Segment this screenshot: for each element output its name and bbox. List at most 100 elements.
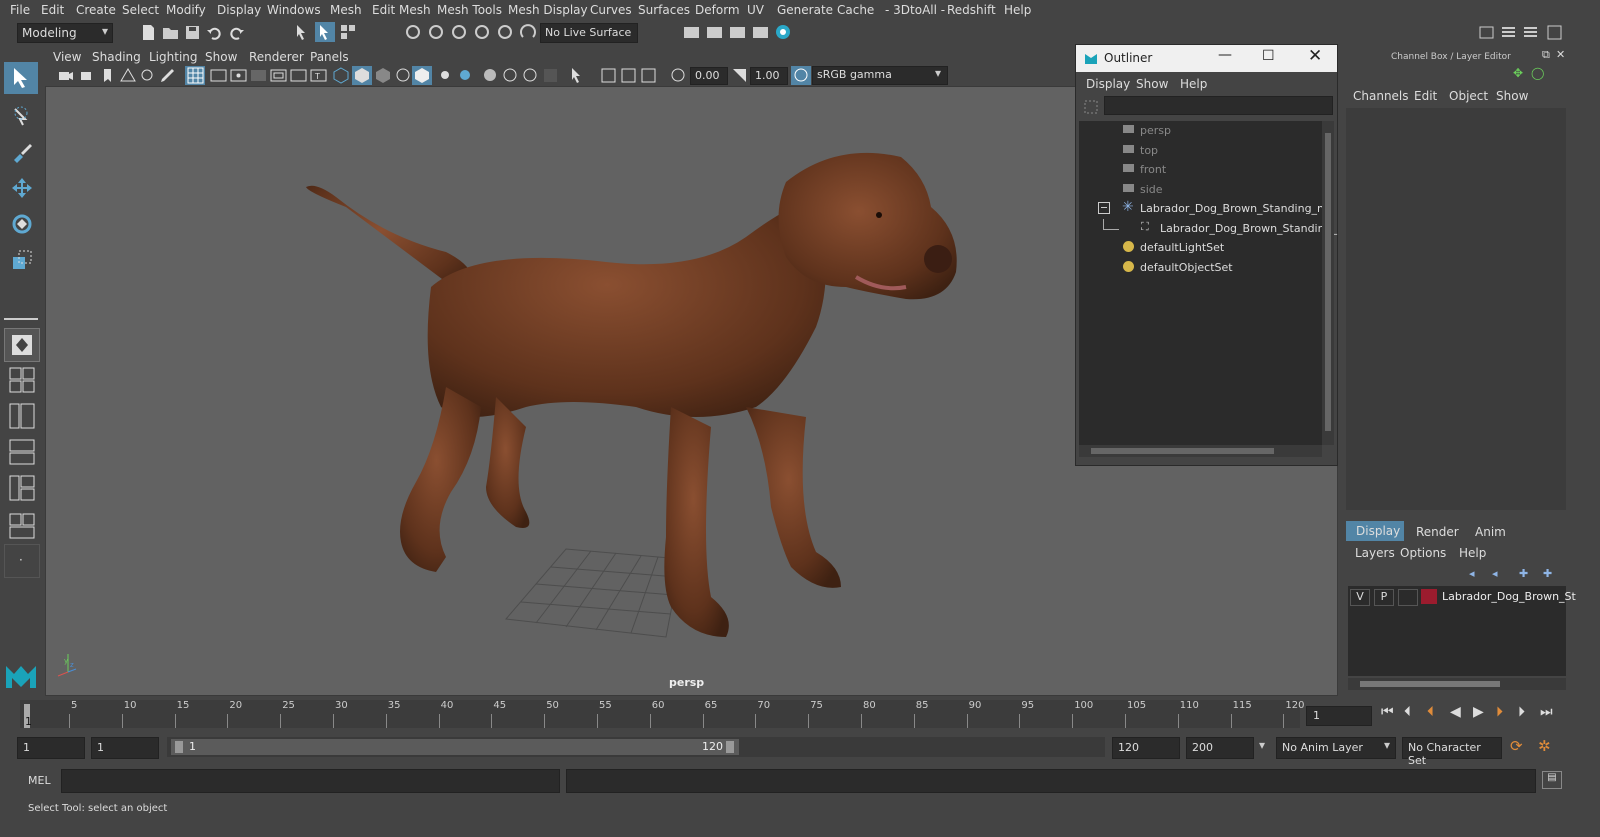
- custom-layout-button[interactable]: ·: [4, 544, 40, 578]
- viewport-menu-show[interactable]: Show: [205, 50, 237, 64]
- live-surface-field[interactable]: No Live Surface: [540, 23, 638, 43]
- film-gate-icon[interactable]: [210, 67, 227, 84]
- snap-curve-icon[interactable]: [428, 24, 445, 41]
- xray-active-components-icon[interactable]: [620, 67, 637, 84]
- outliner-titlebar[interactable]: Outliner — ☐ ✕: [1076, 45, 1337, 72]
- menu-curves[interactable]: Curves: [590, 3, 632, 17]
- command-language-label[interactable]: MEL: [28, 774, 51, 787]
- 2d-pan-zoom-icon[interactable]: [139, 67, 156, 84]
- menu-edit[interactable]: Edit: [41, 3, 64, 17]
- time-slider-track[interactable]: 5 10 15 20 25 30 35 40 45 50 55 60 65 70 75 80 85 90 95 100…: [20, 700, 1304, 728]
- anti-aliasing-icon[interactable]: [522, 67, 539, 84]
- channel-box-menu-object[interactable]: Object: [1449, 89, 1488, 103]
- step-back-icon[interactable]: ⏴: [1404, 704, 1411, 720]
- camera-attributes-icon[interactable]: [79, 67, 96, 84]
- paint-select-tool-button[interactable]: [4, 136, 38, 168]
- shadows-icon[interactable]: [457, 67, 474, 84]
- step-back-key-icon[interactable]: ⏴: [1427, 704, 1434, 720]
- playback-end-field[interactable]: 120: [1112, 737, 1180, 759]
- move-layer-down-icon[interactable]: ◂: [1492, 567, 1498, 580]
- menu-mesh[interactable]: Mesh: [330, 3, 362, 17]
- single-perspective-layout-button[interactable]: [4, 328, 40, 362]
- layer-display-type-toggle[interactable]: [1398, 589, 1418, 606]
- scrollbar-thumb[interactable]: [1360, 681, 1500, 687]
- channel-box-menu-channels[interactable]: Channels: [1353, 89, 1409, 103]
- outliner-menu-show[interactable]: Show: [1136, 77, 1168, 91]
- toggle-channel-box-icon[interactable]: [1546, 24, 1563, 41]
- close-icon[interactable]: ✕: [1308, 46, 1322, 66]
- tab-anim[interactable]: Anim: [1475, 525, 1506, 539]
- menu-deform[interactable]: Deform: [695, 3, 740, 17]
- persp-outliner-layout-button[interactable]: [4, 400, 38, 432]
- hypershade-layout-button[interactable]: [4, 510, 38, 542]
- outliner-filter-icon[interactable]: [1083, 99, 1099, 115]
- new-layer-icon[interactable]: ✚: [1519, 567, 1528, 580]
- menu-help[interactable]: Help: [1004, 3, 1031, 17]
- colorspace-dropdown[interactable]: sRGB gamma ▾: [812, 66, 948, 85]
- script-editor-icon[interactable]: ▤: [1542, 771, 1562, 789]
- time-slider[interactable]: 5 10 15 20 25 30 35 40 45 50 55 60 65 70 75 80 85 90 95 100…: [0, 696, 1600, 732]
- exposure-field[interactable]: 0.00: [690, 67, 728, 85]
- ipr-render-icon[interactable]: [729, 24, 746, 41]
- rotate-tool-button[interactable]: [4, 208, 38, 240]
- menu-mesh-tools[interactable]: Mesh Tools: [437, 3, 502, 17]
- toggle-tool-settings-icon[interactable]: [1522, 24, 1539, 41]
- smooth-shade-button[interactable]: [352, 66, 372, 85]
- menu-generate[interactable]: Generate: [777, 3, 833, 17]
- viewport-menu-panels[interactable]: Panels: [310, 50, 349, 64]
- field-chart-icon[interactable]: [270, 67, 287, 84]
- outliner-menu-display[interactable]: Display: [1086, 77, 1130, 91]
- tab-render[interactable]: Render: [1416, 525, 1459, 539]
- menu-mesh-display[interactable]: Mesh Display: [508, 3, 588, 17]
- tab-display[interactable]: Display: [1346, 521, 1404, 541]
- snap-point-icon[interactable]: [451, 24, 468, 41]
- channel-box-menu-edit[interactable]: Edit: [1414, 89, 1437, 103]
- redo-icon[interactable]: [228, 24, 245, 41]
- hypershade-icon[interactable]: [775, 24, 792, 41]
- gamma-icon[interactable]: [731, 67, 748, 84]
- wireframe-on-shaded-icon[interactable]: [375, 67, 392, 84]
- isolate-select-icon[interactable]: [569, 67, 586, 84]
- chevron-down-icon[interactable]: ▾: [1259, 738, 1265, 752]
- outliner-horizontal-scrollbar[interactable]: [1079, 445, 1322, 457]
- range-slider-handle[interactable]: 1 120: [171, 739, 739, 755]
- range-end-grip[interactable]: [726, 741, 734, 753]
- color-management-button[interactable]: [791, 66, 811, 85]
- range-slider[interactable]: 1 120: [167, 737, 1105, 757]
- gamma-field[interactable]: 1.00: [750, 67, 788, 85]
- range-start-grip[interactable]: [175, 741, 183, 753]
- textured-toggle-button[interactable]: [412, 66, 432, 85]
- play-forwards-icon[interactable]: ▶: [1473, 704, 1484, 720]
- make-live-icon[interactable]: [520, 24, 537, 41]
- layer-row[interactable]: V P Labrador_Dog_Brown_St: [1348, 588, 1576, 606]
- new-layer-selected-icon[interactable]: ✚: [1543, 567, 1552, 580]
- command-input[interactable]: [61, 769, 560, 793]
- motion-blur-icon[interactable]: [502, 67, 519, 84]
- resolution-gate-icon[interactable]: [230, 67, 247, 84]
- go-to-start-icon[interactable]: ⏮: [1381, 704, 1394, 720]
- wireframe-icon[interactable]: [333, 67, 350, 84]
- xray-joints-icon[interactable]: [600, 67, 617, 84]
- menu-modify[interactable]: Modify: [166, 3, 206, 17]
- menu-uv[interactable]: UV: [747, 3, 764, 17]
- go-to-end-icon[interactable]: ⏭: [1540, 704, 1553, 720]
- maximize-icon[interactable]: ☐: [1262, 48, 1275, 64]
- outliner-vertical-scrollbar[interactable]: [1322, 121, 1334, 445]
- animation-start-field[interactable]: 1: [17, 737, 85, 759]
- viewport-menu-view[interactable]: View: [53, 50, 81, 64]
- move-layer-up-icon[interactable]: ◂: [1469, 567, 1475, 580]
- lasso-tool-button[interactable]: [4, 100, 38, 132]
- float-panel-icon[interactable]: ⧉: [1542, 48, 1550, 62]
- outliner-search-input[interactable]: [1104, 96, 1333, 115]
- step-forward-key-icon[interactable]: ⏵: [1496, 704, 1503, 720]
- bookmarks-icon[interactable]: [99, 67, 116, 84]
- screen-space-ao-icon[interactable]: [482, 67, 499, 84]
- select-component-icon[interactable]: [340, 24, 357, 41]
- current-frame-field[interactable]: 1: [1306, 706, 1372, 726]
- render-settings-icon[interactable]: [683, 24, 700, 41]
- collapse-toggle-icon[interactable]: [1098, 202, 1110, 214]
- open-scene-icon[interactable]: [162, 24, 179, 41]
- close-icon[interactable]: ✕: [1556, 48, 1565, 61]
- exposure-icon[interactable]: [670, 67, 687, 84]
- animation-preferences-icon[interactable]: ✲: [1538, 737, 1551, 755]
